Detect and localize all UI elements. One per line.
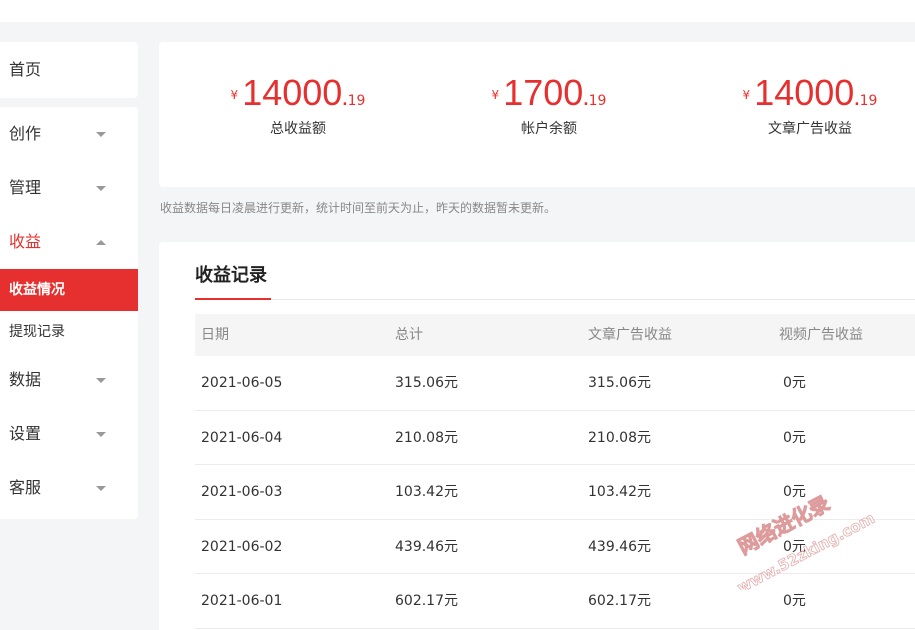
cell-article-ad: 103.42元 [588,484,651,500]
sidebar-item-settings[interactable]: 设置 [0,407,138,461]
table-row: 2021-06-05 315.06元 315.06元 0元 [195,356,915,411]
chevron-down-icon [96,186,106,191]
sidebar-subitem-income-overview[interactable]: 收益情况 [0,269,138,311]
sidebar-item-support[interactable]: 客服 [0,461,138,515]
currency-symbol: ¥ [491,88,500,102]
cell-total: 315.06元 [395,375,458,391]
sidebar-item-label: 收益 [9,232,42,251]
cell-video-ad: 0元 [783,538,806,555]
cell-article-ad: 315.06元 [588,375,651,391]
table-row: 2021-06-01 602.17元 602.17元 0元 [195,574,915,629]
stat-amount: ¥1700.19 [439,72,659,114]
column-header-article-ad: 文章广告收益 [588,327,672,343]
cell-video-ad: 0元 [783,593,806,609]
top-bar [0,0,915,22]
sidebar-item-create[interactable]: 创作 [0,107,138,161]
cell-video-ad: 0元 [783,375,806,391]
income-records-panel: 收益记录 日期 总计 文章广告收益 视频广告收益 2021-06-05 315.… [159,242,915,630]
sidebar-item-label: 数据 [9,370,42,389]
sidebar-item-data[interactable]: 数据 [0,353,138,407]
column-header-date: 日期 [201,327,229,343]
amount-integer: 14000 [242,72,343,113]
records-title-tab[interactable]: 收益记录 [195,260,271,300]
currency-symbol: ¥ [230,88,239,102]
cell-article-ad: 602.17元 [588,593,651,609]
table-header-row: 日期 总计 文章广告收益 视频广告收益 [195,314,915,356]
cell-date: 2021-06-03 [201,484,283,500]
chevron-down-icon [96,432,106,437]
update-note: 收益数据每日凌晨进行更新，统计时间至前天为止，昨天的数据暂未更新。 [160,201,557,215]
amount-integer: 14000 [754,72,855,113]
sidebar-subitem-withdraw-records[interactable]: 提现记录 [0,311,138,353]
cell-date: 2021-06-05 [201,375,283,391]
records-table: 日期 总计 文章广告收益 视频广告收益 2021-06-05 315.06元 3… [195,314,915,629]
sidebar-item-income[interactable]: 收益 [0,215,138,269]
cell-article-ad: 210.08元 [588,429,651,446]
amount-decimal: 19 [347,93,366,109]
stat-label: 总收益额 [270,121,326,137]
cell-date: 2021-06-01 [201,593,283,609]
cell-total: 439.46元 [395,538,458,555]
cell-total: 210.08元 [395,429,458,446]
stat-label: 帐户余额 [521,121,577,137]
chevron-down-icon [96,486,106,491]
stat-total-income: ¥14000.19 总收益额 [188,72,408,138]
cell-article-ad: 439.46元 [588,538,651,555]
cell-video-ad: 0元 [783,429,806,446]
cell-total: 103.42元 [395,484,458,500]
stat-amount: ¥14000.19 [700,72,915,114]
stat-account-balance: ¥1700.19 帐户余额 [439,72,659,138]
column-header-total: 总计 [395,327,423,343]
sidebar-home-card: 首页 [0,42,138,98]
sidebar-item-home[interactable]: 首页 [0,42,138,98]
sidebar-item-label: 管理 [9,178,42,197]
chevron-up-icon [96,240,106,245]
sidebar-item-manage[interactable]: 管理 [0,161,138,215]
currency-symbol: ¥ [742,88,751,102]
stat-label: 文章广告收益 [768,121,852,137]
chevron-down-icon [96,378,106,383]
column-header-video-ad: 视频广告收益 [779,327,863,343]
stat-article-ad-income: ¥14000.19 文章广告收益 [700,72,915,138]
table-row: 2021-06-04 210.08元 210.08元 0元 [195,411,915,465]
income-summary-card: ¥14000.19 总收益额 ¥1700.19 帐户余额 ¥14000.19 文… [159,42,915,187]
sidebar: 首页 创作 管理 收益 收益情况 提现记录 数据 设置 客服 [0,42,138,519]
sidebar-menu: 创作 管理 收益 收益情况 提现记录 数据 设置 客服 [0,107,138,519]
table-row: 2021-06-02 439.46元 439.46元 0元 [195,520,915,574]
table-row: 2021-06-03 103.42元 103.42元 0元 [195,465,915,520]
amount-decimal: 19 [859,93,878,109]
cell-video-ad: 0元 [783,484,806,500]
amount-decimal: 19 [588,93,607,109]
cell-date: 2021-06-04 [201,429,283,446]
amount-integer: 1700 [503,72,584,113]
cell-total: 602.17元 [395,593,458,609]
cell-date: 2021-06-02 [201,538,283,555]
stat-amount: ¥14000.19 [188,72,408,114]
sidebar-item-label: 设置 [9,424,42,443]
chevron-down-icon [96,132,106,137]
sidebar-item-label: 创作 [9,124,42,143]
records-header: 收益记录 [195,260,915,300]
sidebar-item-label: 客服 [9,478,42,497]
